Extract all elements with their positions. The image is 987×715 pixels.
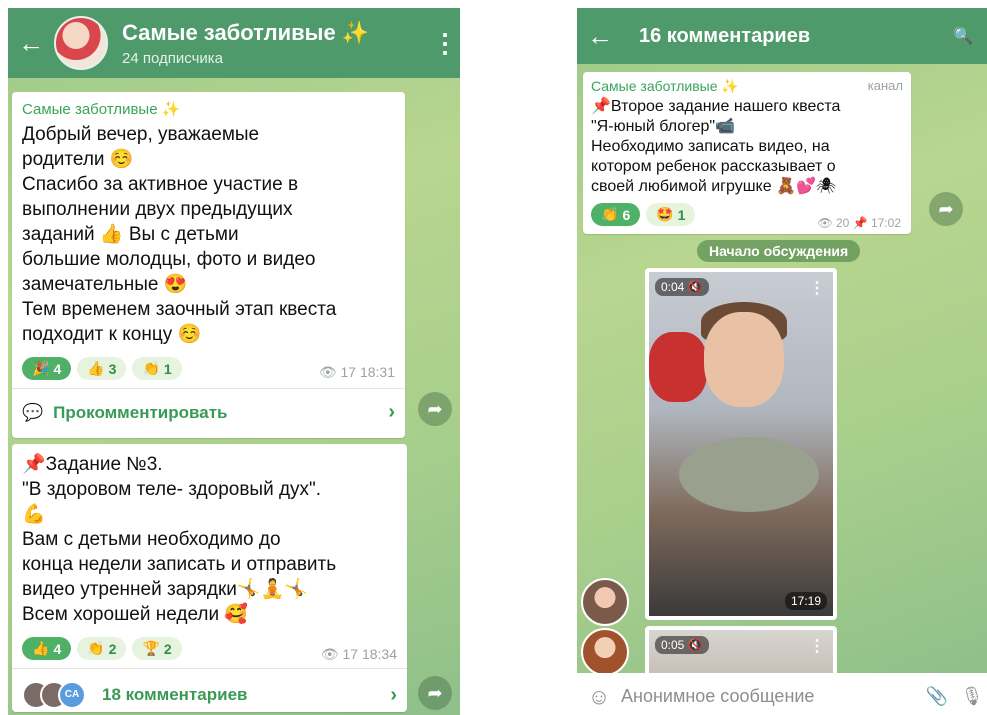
trophy-icon: 🏆 — [142, 640, 160, 656]
reaction-party[interactable]: 🎉 4 — [22, 357, 72, 380]
discussion-start-label: Начало обсуждения — [697, 240, 861, 262]
reaction-count: 2 — [108, 640, 117, 657]
comments-title-block: 16 комментариев — [639, 25, 953, 48]
reaction-count: 4 — [53, 640, 62, 657]
post-time: 18:34 — [361, 646, 397, 662]
channel-title: Самые заботливые ✨ — [122, 19, 370, 45]
comment-bubble-icon: 💬 — [22, 402, 44, 422]
post-text: 📌Второе задание нашего квеста "Я-юный бл… — [591, 98, 841, 195]
post-sender: Самые заботливые ✨ канал — [591, 78, 903, 95]
video-message-1[interactable]: 0:04 🔇 ⋮ 17:19 — [645, 268, 837, 620]
post-meta: 👁 17 18:31 — [319, 364, 395, 381]
video-timer: 0:05 🔇 — [655, 636, 709, 654]
comments-title: 16 комментариев — [639, 24, 811, 47]
comments-header: ← 16 комментариев 🔍 — [577, 8, 987, 64]
post-meta: 👁 20 📌 17:02 — [817, 216, 901, 230]
star-struck-icon: 🤩 — [656, 206, 674, 222]
reaction-clap[interactable]: 👏 1 — [132, 357, 182, 380]
commenter-avatars: CA — [22, 681, 86, 709]
video-message-2[interactable]: 0:05 🔇 ⋮ — [645, 626, 837, 673]
view-count: 👁 20 — [817, 216, 850, 230]
channel-screen: ← Самые заботливые ✨ 24 подписчика ⋮ Сам… — [8, 8, 460, 715]
back-icon[interactable]: ← — [8, 28, 54, 59]
view-count: 👁 17 — [318, 364, 357, 380]
microphone-icon[interactable]: 🎙 — [957, 686, 987, 707]
forward-icon[interactable]: ➦ — [418, 676, 452, 710]
message-input-bar: ☺ Анонимное сообщение 📎 🎙 — [577, 678, 987, 715]
emoji-icon[interactable]: ☺ — [577, 684, 621, 710]
reaction-count: 1 — [677, 206, 686, 223]
post-time: 📌 17:02 — [852, 216, 901, 230]
avatar: CA — [58, 681, 86, 709]
sender-name: Самые заботливые ✨ — [591, 78, 739, 94]
post-time: 18:31 — [359, 364, 395, 380]
channel-post-2: 📌Задание №3. "В здоровом теле- здоровый … — [12, 444, 407, 712]
post-meta: 👁 17 18:34 — [321, 646, 397, 663]
post-text: 📌Задание №3. "В здоровом теле- здоровый … — [22, 454, 337, 625]
video-timer: 0:04 🔇 — [655, 278, 709, 296]
avatar[interactable] — [581, 628, 629, 673]
search-icon[interactable]: 🔍 — [953, 26, 987, 46]
reaction-clap[interactable]: 👏 6 — [591, 203, 641, 226]
reaction-count: 6 — [622, 206, 631, 223]
comment-label: Прокомментировать — [53, 402, 228, 422]
thumbs-up-icon: 👍 — [87, 360, 105, 376]
comment-button[interactable]: 💬 Прокомментировать › — [22, 389, 395, 428]
clap-icon: 👏 — [87, 640, 105, 656]
reaction-count: 3 — [108, 360, 117, 377]
view-count: 👁 17 — [320, 646, 359, 662]
chevron-right-icon: › — [388, 401, 395, 423]
chevron-right-icon: › — [390, 683, 397, 706]
channel-avatar[interactable] — [54, 16, 108, 70]
avatar[interactable] — [581, 578, 629, 626]
dinosaur-toy-image — [679, 437, 819, 512]
reaction-star-struck[interactable]: 🤩 1 — [646, 203, 696, 226]
channel-header: ← Самые заботливые ✨ 24 подписчика ⋮ — [8, 8, 460, 78]
reaction-count: 4 — [53, 360, 62, 377]
clap-icon: 👏 — [601, 206, 619, 222]
more-menu-icon[interactable]: ⋮ — [809, 636, 825, 656]
reaction-count: 2 — [163, 640, 172, 657]
red-toy-image — [649, 332, 707, 402]
channel-badge: канал — [867, 78, 903, 93]
post-text: Добрый вечер, уважаемые родители ☺️ Спас… — [22, 124, 337, 345]
message-input[interactable]: Анонимное сообщение — [621, 686, 917, 707]
reaction-thumbs-up[interactable]: 👍 4 — [22, 637, 72, 660]
comments-link[interactable]: CA 18 комментариев › — [22, 669, 397, 713]
channel-post-1: Самые заботливые ✨ Добрый вечер, уважаем… — [12, 92, 405, 438]
comments-screen: ← 16 комментариев 🔍 Самые заботливые ✨ ка… — [577, 8, 987, 673]
reaction-trophy[interactable]: 🏆 2 — [132, 637, 182, 660]
forward-icon[interactable]: ➦ — [418, 392, 452, 426]
reaction-thumbs-up[interactable]: 👍 3 — [77, 357, 127, 380]
forward-icon[interactable]: ➦ — [929, 192, 963, 226]
subscriber-count: 24 подписчика — [122, 49, 224, 67]
attach-icon[interactable]: 📎 — [917, 686, 957, 707]
discussed-post: Самые заботливые ✨ канал 📌Второе задание … — [583, 72, 911, 234]
reaction-clap[interactable]: 👏 2 — [77, 637, 127, 660]
back-icon[interactable]: ← — [577, 21, 623, 52]
clap-icon: 👏 — [142, 360, 160, 376]
comments-count: 18 комментариев — [102, 685, 248, 704]
more-menu-icon[interactable]: ⋮ — [809, 278, 825, 298]
party-icon: 🎉 — [32, 360, 50, 376]
child-face-image — [704, 312, 784, 407]
reaction-count: 1 — [163, 360, 172, 377]
more-menu-icon[interactable]: ⋮ — [430, 28, 460, 59]
channel-title-block[interactable]: Самые заботливые ✨ 24 подписчика — [122, 20, 430, 67]
post-sender: Самые заботливые ✨ — [22, 101, 181, 118]
video-time: 17:19 — [784, 592, 827, 610]
thumbs-up-icon: 👍 — [32, 640, 50, 656]
